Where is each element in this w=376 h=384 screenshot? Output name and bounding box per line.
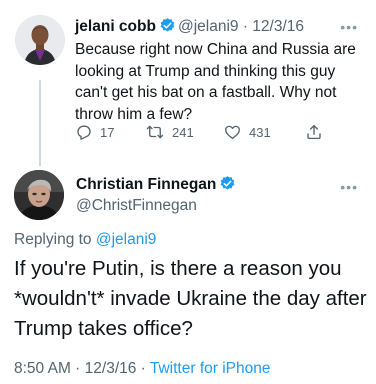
author-name-row: Christian Finnegan — [76, 174, 238, 196]
retweet-button[interactable]: 241 — [145, 121, 223, 143]
author-handle[interactable]: @ChristFinnegan — [76, 195, 197, 217]
avatar[interactable] — [15, 15, 65, 65]
retweet-icon — [146, 125, 164, 139]
meta-separator: · — [136, 360, 150, 377]
meta-separator: · — [238, 18, 253, 35]
share-icon — [307, 124, 321, 140]
author-name[interactable]: Christian Finnegan — [76, 176, 216, 193]
tweet-time[interactable]: 8:50 AM — [14, 360, 71, 377]
tweet-source-link[interactable]: Twitter for iPhone — [150, 360, 271, 377]
thread-connector-line — [39, 80, 41, 166]
reply-icon — [77, 125, 91, 140]
reply-button[interactable]: 17 — [75, 121, 145, 143]
author-name[interactable]: jelani cobb — [75, 18, 156, 35]
more-options-icon[interactable]: ••• — [340, 20, 358, 34]
like-count: 431 — [249, 124, 271, 140]
avatar-image — [15, 15, 65, 65]
tweet-thread: jelani cobb @jelani9 · 12/3/16 ••• Becaus… — [0, 0, 376, 384]
verified-badge-icon — [221, 176, 235, 190]
parent-tweet-header: jelani cobb @jelani9 · 12/3/16 — [75, 16, 368, 38]
like-button[interactable]: 431 — [223, 121, 305, 143]
tweet-date[interactable]: 12/3/16 — [252, 18, 304, 35]
parent-tweet-text: Because right now China and Russia are l… — [75, 41, 356, 123]
reply-count: 17 — [100, 124, 115, 140]
heart-icon — [225, 125, 240, 140]
tweet-timestamp-row: 8:50 AM · 12/3/16 · Twitter for iPhone — [14, 358, 270, 380]
share-button[interactable] — [305, 121, 323, 143]
replying-to-link[interactable]: @jelani9 — [96, 231, 157, 248]
action-bar: 17 241 431 — [75, 121, 335, 143]
meta-separator: · — [70, 360, 85, 377]
avatar[interactable] — [14, 170, 64, 220]
tweet-date[interactable]: 12/3/16 — [85, 360, 137, 377]
avatar-image — [14, 170, 64, 220]
more-options-icon[interactable]: ••• — [340, 180, 358, 194]
main-tweet-text: If you're Putin, is there a reason you *… — [14, 257, 367, 340]
parent-tweet[interactable]: jelani cobb @jelani9 · 12/3/16 ••• Becaus… — [0, 0, 376, 166]
author-handle[interactable]: @jelani9 — [178, 18, 239, 35]
verified-badge-icon — [160, 18, 175, 32]
retweet-count: 241 — [172, 124, 194, 140]
replying-to-label: Replying to — [14, 231, 92, 248]
replying-to: Replying to @jelani9 — [14, 229, 156, 251]
